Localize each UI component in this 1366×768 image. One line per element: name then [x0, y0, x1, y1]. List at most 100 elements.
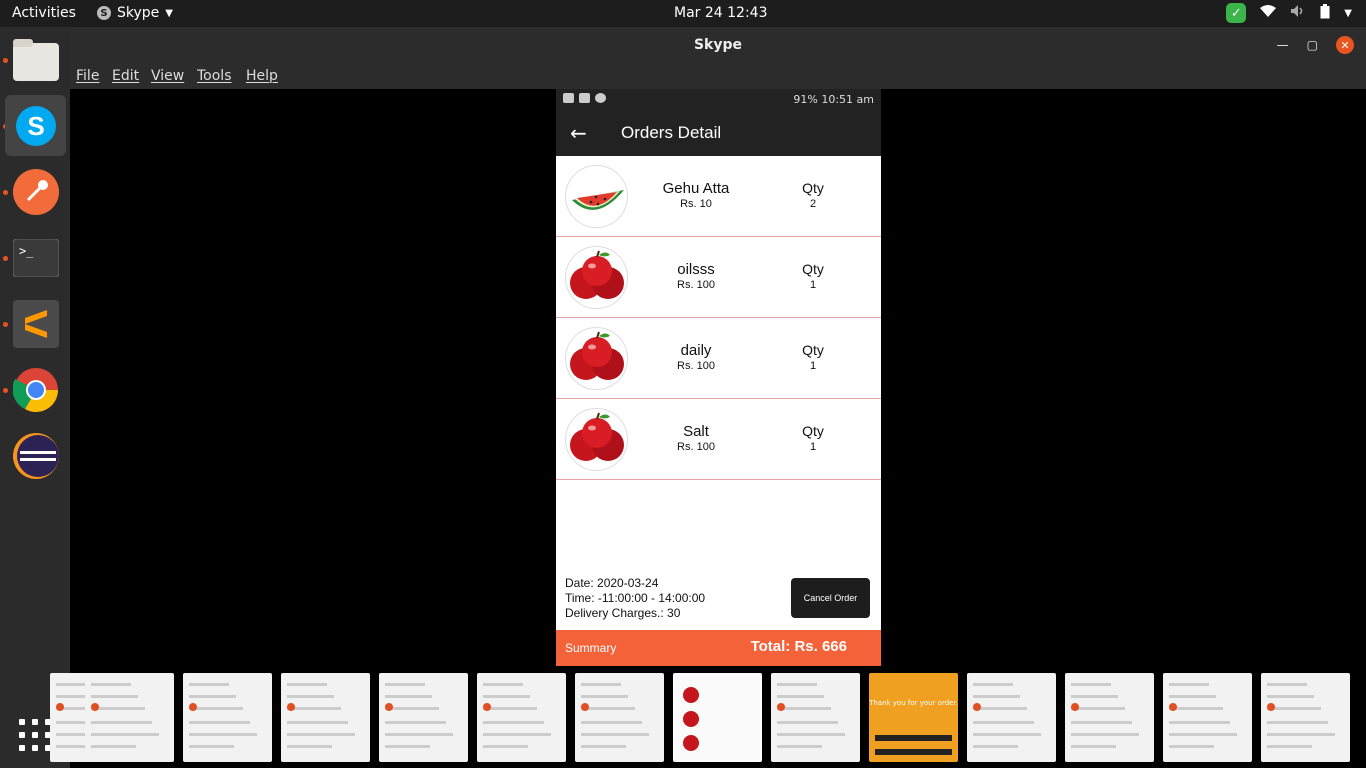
app-menu[interactable]: S Skype ▼	[97, 5, 173, 21]
top-bar: Activities S Skype ▼ Mar 24 12:43 ✓ ▼	[0, 0, 1366, 27]
qty-value: 1	[809, 360, 817, 372]
skype-icon[interactable]: S	[5, 95, 66, 156]
clock[interactable]: Mar 24 12:43	[674, 5, 767, 21]
delivery-charges: Delivery Charges.: 30	[565, 606, 681, 620]
thumbnail-line	[483, 733, 551, 736]
thumbnail-line	[973, 707, 1027, 710]
thumbnail-line	[287, 721, 348, 724]
menu-edit[interactable]: Edit	[112, 68, 139, 84]
window-titlebar[interactable]: Skype — ▢ ✕	[70, 27, 1366, 64]
menu-file[interactable]: File	[76, 68, 99, 84]
menu-view[interactable]: View	[151, 68, 184, 84]
update-check-icon[interactable]: ✓	[1226, 3, 1247, 23]
order-row[interactable]: Gehu Atta Rs. 10 Qty 2	[556, 156, 881, 237]
media-thumbnail[interactable]	[1065, 673, 1154, 762]
product-image	[565, 165, 628, 228]
thumbnail-dot	[483, 703, 491, 711]
app-menu-label: Skype	[117, 5, 160, 21]
order-row[interactable]: oilsss Rs. 100 Qty 1	[556, 237, 881, 318]
order-total: Total: Rs. 666	[750, 638, 847, 655]
menu-tools[interactable]: Tools	[197, 68, 232, 84]
media-thumbnail-strip: Thank you for your order.	[50, 668, 1366, 768]
media-thumbnail[interactable]	[281, 673, 370, 762]
thumbnail-line	[1267, 733, 1335, 736]
thumbnail-line	[973, 745, 1018, 748]
chevron-down-icon: ▼	[165, 7, 173, 19]
summary-label: Summary	[565, 641, 617, 655]
thumbnail-line	[1267, 683, 1307, 686]
thumbnail-line	[91, 733, 159, 736]
back-arrow-icon[interactable]: ←	[570, 121, 587, 145]
cancel-order-button[interactable]: Cancel Order	[791, 578, 870, 618]
media-thumbnail[interactable]	[967, 673, 1056, 762]
thumbnail-dot	[287, 703, 295, 711]
product-price: Rs. 10	[680, 198, 712, 210]
thumbnail-line	[91, 745, 136, 748]
order-date: Date: 2020-03-24	[565, 576, 659, 590]
thumbnail-line	[287, 695, 334, 698]
thumbnail-line	[385, 745, 430, 748]
media-thumbnail[interactable]	[85, 673, 174, 762]
system-tray[interactable]: ✓ ▼	[1226, 3, 1352, 23]
thumbnail-line	[287, 683, 327, 686]
media-thumbnail[interactable]	[379, 673, 468, 762]
media-thumbnail[interactable]	[477, 673, 566, 762]
thumbnail-line	[1071, 733, 1139, 736]
thumbnail-line	[973, 721, 1034, 724]
thumbnail-line	[1267, 721, 1328, 724]
thumbnail-line	[483, 721, 544, 724]
thumbnail-dot	[1169, 703, 1177, 711]
chrome-icon[interactable]	[5, 359, 66, 420]
thumbnail-line	[777, 721, 838, 724]
activities-button[interactable]: Activities	[12, 5, 76, 21]
thumbnail-line	[1071, 745, 1116, 748]
show-applications-icon[interactable]	[19, 719, 51, 755]
postman-icon[interactable]	[5, 161, 66, 222]
thumbnail-line	[973, 695, 1020, 698]
media-thumbnail[interactable]	[1163, 673, 1252, 762]
thumbnail-line	[385, 733, 453, 736]
thumbnail-line	[385, 721, 446, 724]
media-thumbnail[interactable]: Thank you for your order.	[869, 673, 958, 762]
qty-label: Qty	[802, 423, 824, 439]
product-image	[565, 246, 628, 309]
order-row[interactable]: Salt Rs. 100 Qty 1	[556, 399, 881, 480]
thumbnail-dot	[189, 703, 197, 711]
thumbnail-line	[483, 745, 528, 748]
thumbnail-line	[385, 683, 425, 686]
thumbnail-line	[777, 745, 822, 748]
close-icon[interactable]: ✕	[1336, 36, 1354, 54]
menu-help[interactable]: Help	[246, 68, 278, 84]
eclipse-icon[interactable]	[5, 425, 66, 486]
thumbnail-line	[91, 695, 138, 698]
thumbnail-line	[1071, 707, 1125, 710]
thumbnail-line	[1267, 695, 1314, 698]
media-thumbnail[interactable]	[673, 673, 762, 762]
thumbnail-line	[287, 745, 332, 748]
thumbnail-line	[189, 683, 229, 686]
gallery-icon	[563, 93, 574, 103]
thumbnail-line	[777, 733, 845, 736]
thumbnail-line	[1267, 745, 1312, 748]
window-title: Skype	[693, 37, 743, 53]
thumbnail-block	[875, 735, 952, 741]
terminal-icon[interactable]: >_	[5, 227, 66, 288]
qty-value: 2	[809, 198, 817, 210]
order-row[interactable]: daily Rs. 100 Qty 1	[556, 318, 881, 399]
thumbnail-line	[973, 733, 1041, 736]
media-thumbnail[interactable]	[771, 673, 860, 762]
thumbnail-line	[777, 707, 831, 710]
system-menu-chevron-icon[interactable]: ▼	[1344, 8, 1352, 19]
files-icon[interactable]	[5, 29, 66, 90]
sublime-text-icon[interactable]	[5, 293, 66, 354]
skype-small-icon: S	[97, 6, 111, 20]
maximize-icon[interactable]: ▢	[1307, 38, 1318, 52]
svg-text:>_: >_	[19, 244, 34, 258]
thumbnail-line	[189, 733, 257, 736]
mail-icon	[579, 93, 590, 103]
media-thumbnail[interactable]	[575, 673, 664, 762]
media-thumbnail[interactable]	[183, 673, 272, 762]
product-price: Rs. 100	[677, 360, 715, 372]
media-thumbnail[interactable]	[1261, 673, 1350, 762]
minimize-icon[interactable]: —	[1277, 38, 1289, 52]
